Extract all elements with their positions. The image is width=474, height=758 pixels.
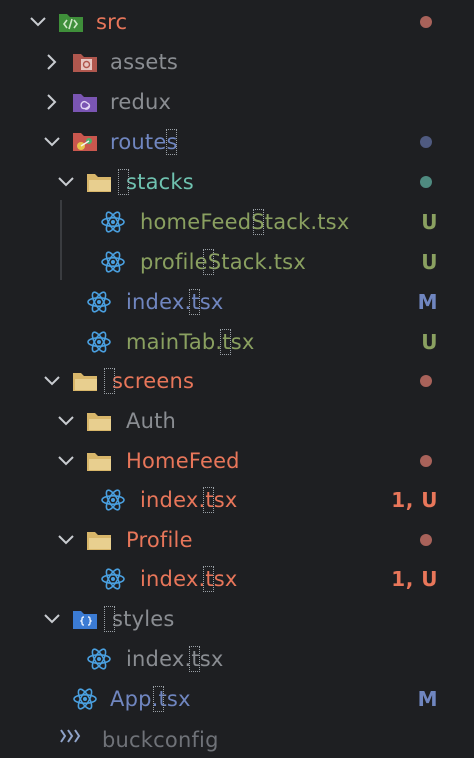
tree-item-screens[interactable]: screens (0, 361, 474, 401)
react-icon (72, 687, 98, 711)
folder-icon (86, 170, 112, 194)
text-cursor (219, 329, 231, 355)
react-icon (86, 290, 112, 314)
git-status-dot (420, 136, 432, 148)
chevron-down-icon[interactable] (42, 609, 62, 629)
tree-item-label: index.tsx (140, 567, 238, 591)
react-icon (100, 488, 126, 512)
text-cursor (252, 209, 264, 235)
text-cursor (103, 368, 115, 394)
chevron-right-icon[interactable] (42, 52, 62, 72)
react-icon (86, 330, 112, 354)
git-status-dot (420, 455, 432, 467)
folder-routes-icon (72, 130, 98, 154)
tree-item-buckconfig[interactable]: buckconfig (0, 718, 474, 758)
tree-item-auth[interactable]: Auth (0, 401, 474, 441)
folder-icon (86, 409, 112, 433)
tree-item-homefeed[interactable]: HomeFeed (0, 441, 474, 481)
chevron-down-icon[interactable] (42, 371, 62, 391)
tree-item-styles[interactable]: styles (0, 599, 474, 639)
react-icon (100, 567, 126, 591)
tree-item-routes[interactable]: routes (0, 122, 474, 162)
chevron-down-icon[interactable] (56, 451, 76, 471)
text-cursor (188, 646, 200, 672)
folder-icon (86, 528, 112, 552)
tree-item-label: redux (110, 90, 172, 114)
react-icon (86, 647, 112, 671)
git-status-dot (420, 534, 432, 546)
tree-item-homefeed-index[interactable]: index.tsx 1, U (0, 480, 474, 520)
text-cursor (202, 566, 214, 592)
tree-item-label: homeFeedStack.tsx (140, 210, 350, 234)
chevron-right-icon[interactable] (42, 92, 62, 112)
folder-src-icon (58, 10, 84, 34)
git-status-badge: M (417, 290, 438, 314)
tree-item-label: HomeFeed (126, 449, 240, 473)
tree-item-label: screens (112, 369, 195, 393)
tree-item-mainTab[interactable]: mainTab.tsx U (0, 322, 474, 362)
text-cursor (202, 249, 214, 275)
tree-item-assets[interactable]: assets (0, 42, 474, 82)
react-icon (100, 250, 126, 274)
folder-icon (86, 449, 112, 473)
chevron-down-icon[interactable] (56, 530, 76, 550)
git-status-badge: U (421, 250, 438, 274)
git-status-dot (420, 176, 432, 188)
tree-item-label: stacks (126, 170, 194, 194)
tree-item-label: index.tsx (140, 488, 238, 512)
tree-item-label: index.tsx (126, 647, 224, 671)
tree-item-profileStack[interactable]: profileStack.tsx U (0, 242, 474, 282)
tree-item-label: mainTab.tsx (126, 330, 255, 354)
text-cursor (165, 129, 177, 155)
git-status-badge: U (421, 210, 438, 234)
text-cursor (117, 169, 129, 195)
tree-item-routes-index[interactable]: index.tsx M (0, 282, 474, 322)
text-cursor (188, 289, 200, 315)
tree-item-label: buckconfig (102, 728, 219, 752)
tree-item-profile-index[interactable]: index.tsx 1, U (0, 559, 474, 599)
tree-item-app[interactable]: App.tsx M (0, 679, 474, 719)
tree-item-homeFeedStack[interactable]: homeFeedStack.tsx U (0, 202, 474, 242)
tree-item-label: App.tsx (110, 687, 191, 711)
tree-item-label: assets (110, 50, 179, 74)
react-icon (100, 210, 126, 234)
tree-item-stacks[interactable]: stacks (0, 162, 474, 202)
git-status-badge: 1, U (391, 567, 438, 591)
text-cursor (103, 606, 115, 632)
git-status-badge: U (421, 330, 438, 354)
folder-redux-icon (72, 90, 98, 114)
tree-item-label: styles (112, 607, 175, 631)
folder-assets-icon (72, 50, 98, 74)
tree-item-label: Profile (126, 528, 193, 552)
tree-item-profile[interactable]: Profile (0, 520, 474, 560)
explorer-tree: src assets redux routes stacks homeFeedS… (0, 0, 474, 752)
git-status-dot (420, 375, 432, 387)
tree-item-label: src (96, 10, 128, 34)
git-status-badge: M (417, 687, 438, 711)
folder-styles-icon (72, 607, 98, 631)
tree-item-label: profileStack.tsx (140, 250, 306, 274)
chevron-down-icon[interactable] (28, 12, 48, 32)
text-cursor (152, 686, 164, 712)
folder-icon (72, 369, 98, 393)
tree-item-label: Auth (126, 409, 177, 433)
chevron-down-icon[interactable] (56, 172, 76, 192)
chevron-down-icon[interactable] (42, 132, 62, 152)
text-cursor (202, 487, 214, 513)
tree-item-styles-index[interactable]: index.tsx (0, 639, 474, 679)
chevron-down-icon[interactable] (56, 411, 76, 431)
config-icon (58, 724, 84, 748)
tree-item-redux[interactable]: redux (0, 82, 474, 122)
git-status-badge: 1, U (391, 488, 438, 512)
tree-item-src[interactable]: src (0, 2, 474, 42)
tree-item-label: index.tsx (126, 290, 224, 314)
git-status-dot (420, 16, 432, 28)
